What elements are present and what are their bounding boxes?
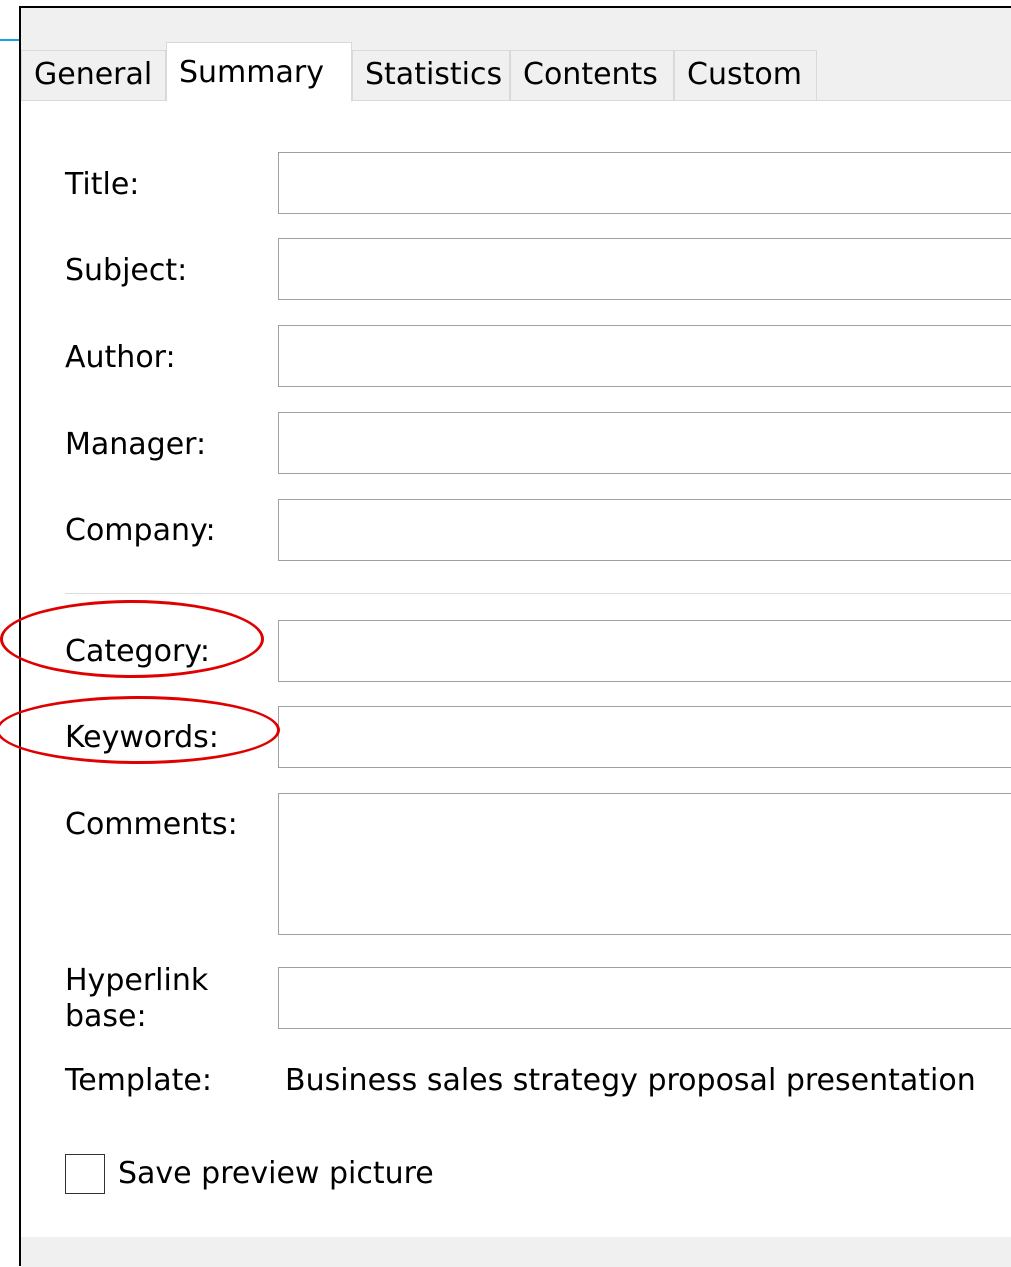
manager-label: Manager: [65,427,207,462]
hyperlink-base-field[interactable] [278,967,1011,1029]
keywords-field[interactable] [278,706,1011,768]
company-field[interactable] [278,499,1011,561]
title-label: Title: [65,167,140,202]
author-label: Author: [65,340,176,375]
comments-field[interactable] [278,793,1011,935]
bottom-strip [21,1237,1011,1267]
company-label: Company: [65,513,216,548]
comments-label: Comments: [65,807,238,842]
separator [65,593,1011,594]
tab-summary[interactable]: Summary [166,42,352,102]
template-label: Template: [65,1063,212,1098]
tab-strip: General Summary Statistics Contents Cust… [21,8,1011,102]
author-field[interactable] [278,325,1011,387]
save-preview-label[interactable]: Save preview picture [118,1156,434,1192]
tab-custom[interactable]: Custom [674,50,817,100]
hyperlink-label-line1: Hyperlink [65,963,209,998]
tab-statistics[interactable]: Statistics [352,50,510,100]
subject-field[interactable] [278,238,1011,300]
title-field[interactable] [278,152,1011,214]
hyperlink-base-label: Hyperlink base: [65,963,208,1035]
summary-page: Title: Subject: Author: Manager: Company… [21,100,1011,1267]
template-value: Business sales strategy proposal present… [285,1063,976,1098]
subject-label: Subject: [65,253,188,288]
save-preview-checkbox[interactable] [65,1154,105,1194]
keywords-annotation-oval [0,696,280,764]
category-field[interactable] [278,620,1011,682]
tab-general[interactable]: General [21,50,166,100]
manager-field[interactable] [278,412,1011,474]
hyperlink-label-line2: base: [65,999,147,1034]
category-annotation-oval [0,600,264,678]
tab-contents[interactable]: Contents [510,50,674,100]
